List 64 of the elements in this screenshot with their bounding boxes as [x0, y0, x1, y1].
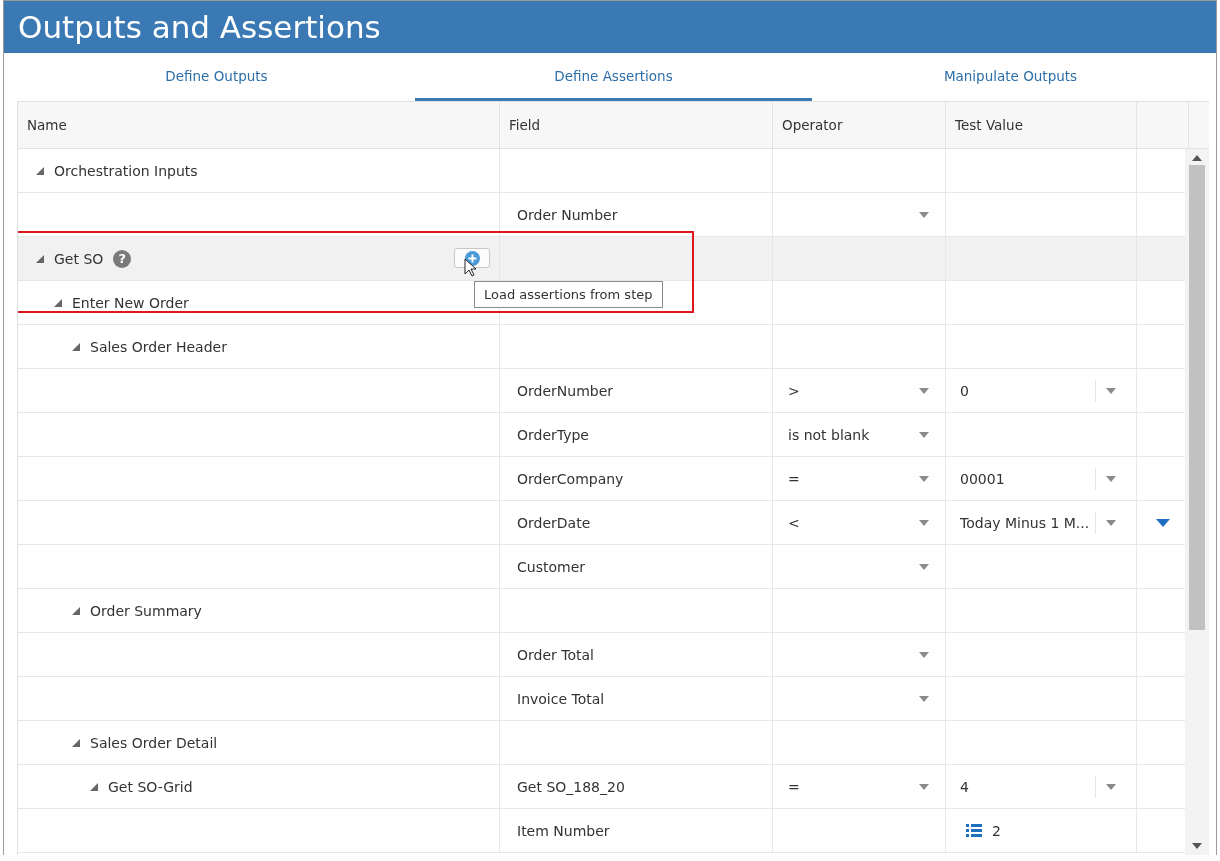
test-value[interactable]: 0: [960, 382, 969, 399]
node-name: Orchestration Inputs: [54, 162, 198, 179]
field-name: Item Number: [517, 822, 610, 839]
tab[interactable]: Define Outputs: [18, 53, 415, 101]
expand-triangle-icon[interactable]: [36, 166, 44, 175]
field-name: OrderCompany: [517, 470, 624, 487]
expand-triangle-icon[interactable]: [72, 606, 80, 615]
field-name: Get SO_188_20: [517, 778, 625, 795]
expand-triangle-icon[interactable]: [90, 782, 98, 791]
dropdown-caret-icon[interactable]: [919, 695, 929, 702]
column-header: Name: [18, 102, 500, 148]
node-name: Enter New Order: [72, 294, 189, 311]
column-header: Field: [500, 102, 773, 148]
scrollbar[interactable]: [1185, 149, 1209, 855]
operator-value[interactable]: <: [788, 514, 800, 531]
node-name: Get SO-Grid: [108, 778, 193, 795]
test-value[interactable]: 00001: [960, 470, 1005, 487]
expand-triangle-icon[interactable]: [36, 254, 44, 263]
node-name: Get SO: [54, 250, 104, 267]
expand-triangle-icon[interactable]: [72, 738, 80, 747]
node-name: Sales Order Detail: [90, 734, 218, 751]
dropdown-caret-icon[interactable]: [919, 519, 929, 526]
field-name: Order Number: [517, 206, 618, 223]
operator-value[interactable]: =: [788, 470, 800, 487]
tree-row[interactable]: Get SO ?: [18, 237, 1185, 281]
scroll-down-icon[interactable]: [1192, 843, 1202, 849]
dropdown-caret-icon[interactable]: [1106, 475, 1116, 482]
scroll-up-icon[interactable]: [1192, 155, 1202, 161]
column-header: Operator: [773, 102, 946, 148]
expand-triangle-icon[interactable]: [72, 342, 80, 351]
dropdown-caret-icon[interactable]: [1106, 519, 1116, 526]
node-name: Order Summary: [90, 602, 202, 619]
operator-value[interactable]: >: [788, 382, 800, 399]
help-icon[interactable]: ?: [113, 249, 132, 268]
test-value: 2: [992, 822, 1001, 839]
node-name: Sales Order Header: [90, 338, 227, 355]
test-value[interactable]: Today Minus 1 M...: [960, 514, 1090, 531]
dropdown-caret-icon[interactable]: [919, 651, 929, 658]
add-button[interactable]: [454, 248, 490, 268]
dropdown-caret-icon[interactable]: [919, 783, 929, 790]
dropdown-caret-icon[interactable]: [919, 211, 929, 218]
field-name: Invoice Total: [517, 690, 605, 707]
row-menu-caret-icon[interactable]: [1155, 518, 1170, 527]
dropdown-caret-icon[interactable]: [919, 431, 929, 438]
dropdown-caret-icon[interactable]: [1106, 783, 1116, 790]
window-title: Outputs and Assertions: [4, 1, 1216, 53]
tooltip: Load assertions from step: [474, 281, 663, 308]
dropdown-caret-icon[interactable]: [919, 387, 929, 394]
field-name: OrderNumber: [517, 382, 614, 399]
field-name: Order Total: [517, 646, 594, 663]
field-name: OrderType: [517, 426, 589, 443]
mouse-pointer-icon: [464, 258, 477, 277]
expand-triangle-icon[interactable]: [54, 298, 62, 307]
dropdown-caret-icon[interactable]: [919, 563, 929, 570]
field-name: OrderDate: [517, 514, 591, 531]
dropdown-caret-icon[interactable]: [1106, 387, 1116, 394]
column-header: Test Value: [946, 102, 1137, 148]
tab[interactable]: Manipulate Outputs: [812, 53, 1209, 101]
list-icon[interactable]: [966, 824, 982, 837]
field-name: Customer: [517, 558, 585, 575]
dropdown-caret-icon[interactable]: [919, 475, 929, 482]
test-value[interactable]: 4: [960, 778, 969, 795]
operator-value[interactable]: is not blank: [788, 426, 870, 443]
operator-value[interactable]: =: [788, 778, 800, 795]
